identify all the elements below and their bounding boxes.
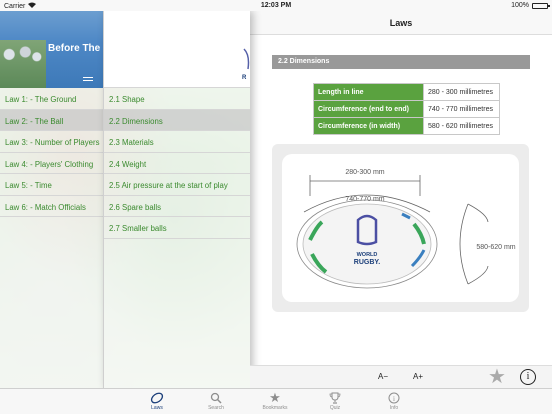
section-item-2-3[interactable]: 2.3 Materials	[104, 131, 250, 153]
length-label: 280-300 mm	[345, 169, 384, 176]
tab-quiz[interactable]: Quiz	[315, 391, 355, 411]
tab-label: Search	[208, 405, 224, 411]
svg-text:RUGBY.: RUGBY.	[354, 259, 381, 266]
circumference-label: 740-770 mm	[345, 196, 384, 203]
law-item-1[interactable]: Law 1: - The Ground	[0, 88, 103, 110]
dimensions-table: Length in line 280 - 300 millimetres Cir…	[313, 83, 500, 135]
tab-label: Quiz	[329, 405, 341, 411]
laws-list: Law 1: - The Ground Law 2: - The Ball La…	[0, 88, 103, 217]
star-icon: ★	[269, 390, 281, 405]
law-item-6[interactable]: Law 6: - Match Officials	[0, 196, 103, 217]
table-row: Circumference (end to end) 740 - 770 mil…	[313, 100, 500, 118]
tab-laws[interactable]: Laws	[137, 391, 177, 411]
content-nav-title: Laws	[250, 11, 552, 35]
law-item-3[interactable]: Law 3: - Number of Players	[0, 131, 103, 153]
info-icon: i	[374, 391, 414, 405]
banner-title: Before The	[48, 43, 101, 54]
dimension-key: Length in line	[313, 83, 424, 101]
sections-pane: R 2.1 Shape 2.2 Dimensions 2.3 Materials…	[103, 11, 250, 388]
battery-percent: 100%	[511, 2, 529, 9]
bookmark-star-icon[interactable]: ★	[488, 366, 506, 389]
tab-bar: Laws Search ★ Bookmarks Quiz i Info	[0, 388, 552, 414]
dimension-value: 280 - 300 millimetres	[423, 83, 500, 101]
dimension-key: Circumference (end to end)	[313, 100, 424, 118]
section-item-2-5[interactable]: 2.5 Air pressure at the start of play	[104, 174, 250, 196]
svg-text:i: i	[393, 395, 395, 403]
section-item-2-4[interactable]: 2.4 Weight	[104, 153, 250, 174]
status-bar: Carrier 12:03 PM 100%	[0, 0, 552, 11]
sections-list: 2.1 Shape 2.2 Dimensions 2.3 Materials 2…	[104, 88, 250, 239]
svg-text:R: R	[242, 75, 247, 81]
dimension-value: 580 - 620 millimetres	[423, 117, 500, 135]
section-item-2-1[interactable]: 2.1 Shape	[104, 88, 250, 110]
font-decrease-button[interactable]: A−	[378, 372, 388, 381]
section-item-2-7[interactable]: 2.7 Smaller balls	[104, 217, 250, 239]
content-pane: Laws 2.2 Dimensions Length in line 280 -…	[250, 11, 552, 365]
law-item-5[interactable]: Law 5: - Time	[0, 174, 103, 196]
battery-icon	[532, 2, 550, 9]
tab-bookmarks[interactable]: ★ Bookmarks	[255, 390, 295, 411]
diagram-panel: 280-300 mm 740-770 mm WORLD RUGBY. 580-6…	[282, 154, 519, 302]
dimension-key: Circumference (in width)	[313, 117, 424, 135]
tab-search[interactable]: Search	[196, 391, 236, 411]
sections-header: R	[104, 11, 250, 88]
ball-dimensions-figure: 280-300 mm 740-770 mm WORLD RUGBY. 580-6…	[296, 169, 516, 289]
section-item-2-6[interactable]: 2.6 Spare balls	[104, 196, 250, 217]
status-time: 12:03 PM	[260, 2, 292, 9]
table-row: Length in line 280 - 300 millimetres	[313, 83, 500, 101]
law-item-2[interactable]: Law 2: - The Ball	[0, 109, 103, 131]
world-rugby-logo: R	[242, 48, 250, 81]
status-right: 100%	[511, 2, 550, 9]
tab-label: Bookmarks	[262, 405, 288, 411]
dimension-value: 740 - 770 millimetres	[423, 100, 500, 118]
tab-label: Laws	[151, 405, 163, 411]
menu-icon[interactable]	[83, 77, 93, 83]
svg-text:WORLD: WORLD	[357, 252, 378, 258]
magnifier-icon	[196, 391, 236, 405]
tab-info[interactable]: i Info	[374, 391, 414, 411]
rugby-ball-icon	[137, 391, 177, 405]
law-item-4[interactable]: Law 4: - Players' Clothing	[0, 153, 103, 174]
laws-pane: Before The Law 1: - The Ground Law 2: - …	[0, 11, 103, 388]
players-image	[0, 40, 46, 88]
content-toolbar: A− A+ ★ i	[250, 365, 552, 388]
laws-banner: Before The	[0, 11, 103, 88]
ball-diagram: 280-300 mm 740-770 mm WORLD RUGBY. 580-6…	[272, 144, 529, 312]
font-increase-button[interactable]: A+	[413, 372, 423, 381]
width-label: 580-620 mm	[476, 244, 515, 251]
table-row: Circumference (in width) 580 - 620 milli…	[313, 117, 500, 135]
section-header: 2.2 Dimensions	[272, 55, 530, 69]
trophy-icon	[315, 391, 355, 405]
section-item-2-2[interactable]: 2.2 Dimensions	[104, 109, 250, 131]
info-icon[interactable]: i	[520, 369, 536, 385]
tab-label: Info	[389, 405, 399, 411]
